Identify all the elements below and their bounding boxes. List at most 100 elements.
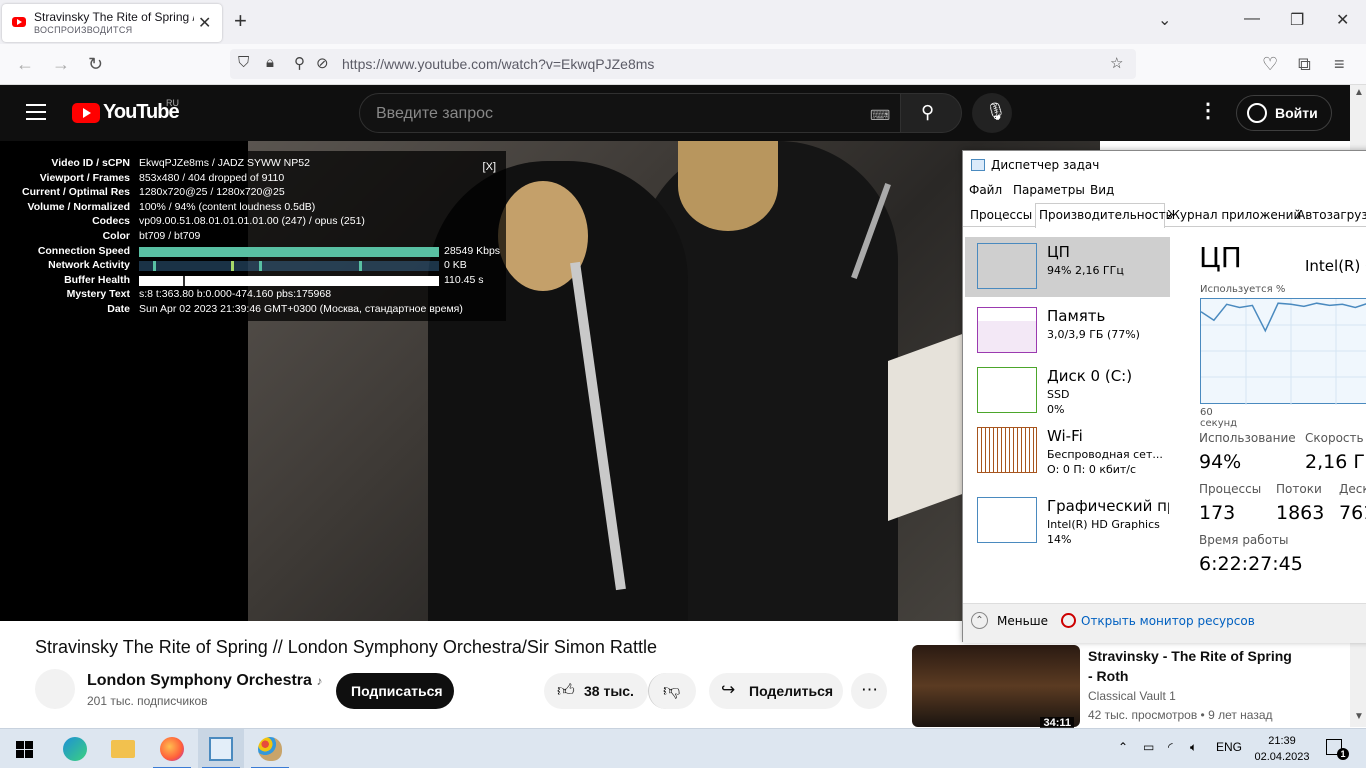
- close-tab-icon[interactable]: ✕: [198, 13, 211, 33]
- subscriber-count: 201 тыс. подписчиков: [87, 694, 208, 708]
- related-video-channel[interactable]: Classical Vault 1: [1088, 689, 1176, 703]
- tab-processes[interactable]: Процессы: [970, 208, 1032, 222]
- guide-menu-icon[interactable]: [26, 104, 46, 120]
- resource-mini-graph: [977, 497, 1037, 543]
- volume-icon[interactable]: 🔈︎: [1190, 740, 1197, 755]
- related-video-title[interactable]: Stravinsky - The Rite of Spring - Roth: [1088, 646, 1298, 686]
- back-icon[interactable]: ←: [16, 54, 34, 75]
- tab-startup[interactable]: Автозагрузка: [1297, 208, 1366, 222]
- shield-icon[interactable]: ⛉: [238, 54, 249, 71]
- open-resource-monitor-link[interactable]: Открыть монитор ресурсов: [1081, 614, 1255, 628]
- tab-performance[interactable]: Производительность: [1039, 208, 1173, 222]
- network-icon[interactable]: ◜: [1168, 740, 1173, 754]
- forward-icon[interactable]: →: [52, 54, 70, 75]
- settings-more-icon[interactable]: ⋮: [1198, 98, 1218, 123]
- share-button[interactable]: ↪ Поделиться: [709, 673, 843, 709]
- keyboard-icon[interactable]: ⌨: [870, 107, 890, 124]
- search-button[interactable]: ⚲: [900, 93, 962, 133]
- lock-icon[interactable]: 🔒︎: [266, 54, 274, 71]
- resource-item[interactable]: Wi-Fi Беспроводная сет... О: 0 П: 0 кбит/с: [965, 421, 1170, 481]
- address-bar[interactable]: ⛉ 🔒︎ ⚲ ⊘ https://www.youtube.com/watch?v…: [230, 49, 1136, 79]
- stats-key: Mystery Text: [66, 288, 130, 301]
- resource-item[interactable]: Диск 0 (C:) SSD 0%: [965, 361, 1170, 421]
- stats-bar: [139, 275, 439, 286]
- resource-monitor-icon: [1061, 613, 1076, 628]
- thumbs-down-icon: 👎︎: [663, 681, 681, 700]
- sign-in-button[interactable]: Войти: [1236, 95, 1332, 131]
- video-title: Stravinsky The Rite of Spring // London …: [35, 637, 657, 657]
- related-video-thumbnail[interactable]: 34:11: [912, 645, 1080, 729]
- graph-span-label: 60 секунд: [1200, 407, 1238, 429]
- menu-file[interactable]: Файл: [969, 183, 1002, 197]
- stats-row: Date Sun Apr 02 2023 21:39:46 GMT+0300 (М…: [10, 303, 506, 317]
- notification-center-icon[interactable]: 1: [1326, 739, 1349, 760]
- menu-icon[interactable]: ≡: [1334, 54, 1345, 75]
- taskbar-explorer[interactable]: [100, 729, 146, 768]
- menu-view[interactable]: Вид: [1090, 183, 1114, 197]
- buffer-health-marker: [183, 275, 185, 286]
- list-tabs-icon[interactable]: ⌄: [1158, 10, 1171, 30]
- channel-avatar[interactable]: [35, 669, 75, 709]
- resource-item[interactable]: Графический процессор Intel(R) HD Graphic…: [965, 491, 1170, 551]
- close-window-button[interactable]: ✕: [1336, 10, 1349, 30]
- uptime-value: 6:22:27:45: [1199, 553, 1303, 575]
- restore-button[interactable]: ❐: [1290, 10, 1304, 30]
- network-activity-tick: [359, 261, 362, 272]
- taskbar-edge[interactable]: [52, 729, 98, 768]
- taskbar-paint[interactable]: [247, 729, 293, 768]
- fewer-details-link[interactable]: Меньше: [997, 614, 1048, 628]
- resource-item[interactable]: Память 3,0/3,9 ГБ (77%): [965, 301, 1170, 361]
- stats-value: vp09.00.51.08.01.01.01.01.00 (247) / opu…: [139, 215, 365, 228]
- start-button[interactable]: [0, 729, 46, 768]
- stats-key: Viewport / Frames: [39, 171, 130, 184]
- search-input[interactable]: Введите запрос ⌨: [359, 93, 901, 133]
- edge-icon: [63, 737, 87, 761]
- permissions-icon[interactable]: ⚲: [294, 54, 305, 72]
- scroll-down-icon[interactable]: ▼: [1354, 711, 1364, 722]
- menu-options[interactable]: Параметры: [1013, 183, 1085, 197]
- stats-key: Buffer Health: [64, 273, 130, 286]
- stats-bar: [139, 261, 439, 272]
- chevron-up-icon[interactable]: ⌃: [971, 612, 988, 629]
- channel-name[interactable]: London Symphony Orchestra ♪: [87, 672, 322, 690]
- like-button[interactable]: 👍︎ 38 тыс.: [544, 673, 648, 709]
- clock-time: 21:39: [1268, 735, 1296, 747]
- taskbar-task-manager[interactable]: [198, 729, 244, 768]
- related-video-meta: 42 тыс. просмотров • 9 лет назад: [1088, 708, 1273, 722]
- resource-item[interactable]: ЦП 94% 2,16 ГГц: [965, 237, 1170, 297]
- taskbar-firefox[interactable]: [149, 729, 195, 768]
- subscribe-label: Подписаться: [351, 683, 443, 699]
- dislike-button[interactable]: 👎︎: [648, 673, 696, 709]
- tab-strip: Stravinsky The Rite of Spring // London …: [0, 0, 1366, 44]
- resource-mini-graph: [977, 367, 1037, 413]
- tab-app-history[interactable]: Журнал приложений: [1167, 208, 1301, 222]
- more-horizontal-icon: ⋯: [861, 680, 878, 699]
- new-tab-button[interactable]: +: [234, 8, 247, 34]
- browser-tab[interactable]: Stravinsky The Rite of Spring // London …: [2, 4, 222, 42]
- stats-value: 1280x720@25 / 1280x720@25: [139, 186, 285, 199]
- minimize-button[interactable]: —: [1244, 10, 1260, 28]
- extensions-icon[interactable]: ⧉: [1298, 54, 1311, 75]
- url-text[interactable]: https://www.youtube.com/watch?v=EkwqPJZe…: [342, 56, 654, 72]
- resource-mini-graph: [977, 427, 1037, 473]
- more-actions-button[interactable]: ⋯: [851, 673, 887, 709]
- resource-s2: 0%: [1047, 403, 1065, 416]
- youtube-logo-icon[interactable]: [72, 103, 100, 123]
- battery-icon[interactable]: ▭: [1143, 740, 1154, 754]
- show-hidden-icons[interactable]: ⌃: [1118, 740, 1128, 754]
- stats-value: 0 KB: [444, 259, 467, 272]
- scroll-up-icon[interactable]: ▲: [1354, 87, 1364, 98]
- autoplay-blocked-icon[interactable]: ⊘: [316, 54, 329, 72]
- subscribe-button[interactable]: Подписаться: [336, 673, 454, 709]
- region-code: RU: [166, 98, 179, 108]
- bookmark-star-icon[interactable]: ☆: [1110, 54, 1123, 72]
- reload-icon[interactable]: ↻: [88, 54, 103, 75]
- input-language[interactable]: ENG: [1216, 740, 1242, 754]
- voice-search-button[interactable]: 🎙︎: [972, 93, 1012, 133]
- stats-key: Color: [102, 230, 130, 242]
- taskbar-clock[interactable]: 21:39 02.04.2023: [1252, 733, 1312, 765]
- pocket-icon[interactable]: ♡: [1262, 54, 1278, 75]
- video-player[interactable]: [X] Video ID / sCPN EkwqPJZe8ms / JADZ SY…: [0, 141, 1100, 621]
- stats-value: EkwqPJZe8ms / JADZ SYWW NP52: [139, 157, 310, 169]
- resource-s1: Intel(R) HD Graphics: [1047, 518, 1160, 531]
